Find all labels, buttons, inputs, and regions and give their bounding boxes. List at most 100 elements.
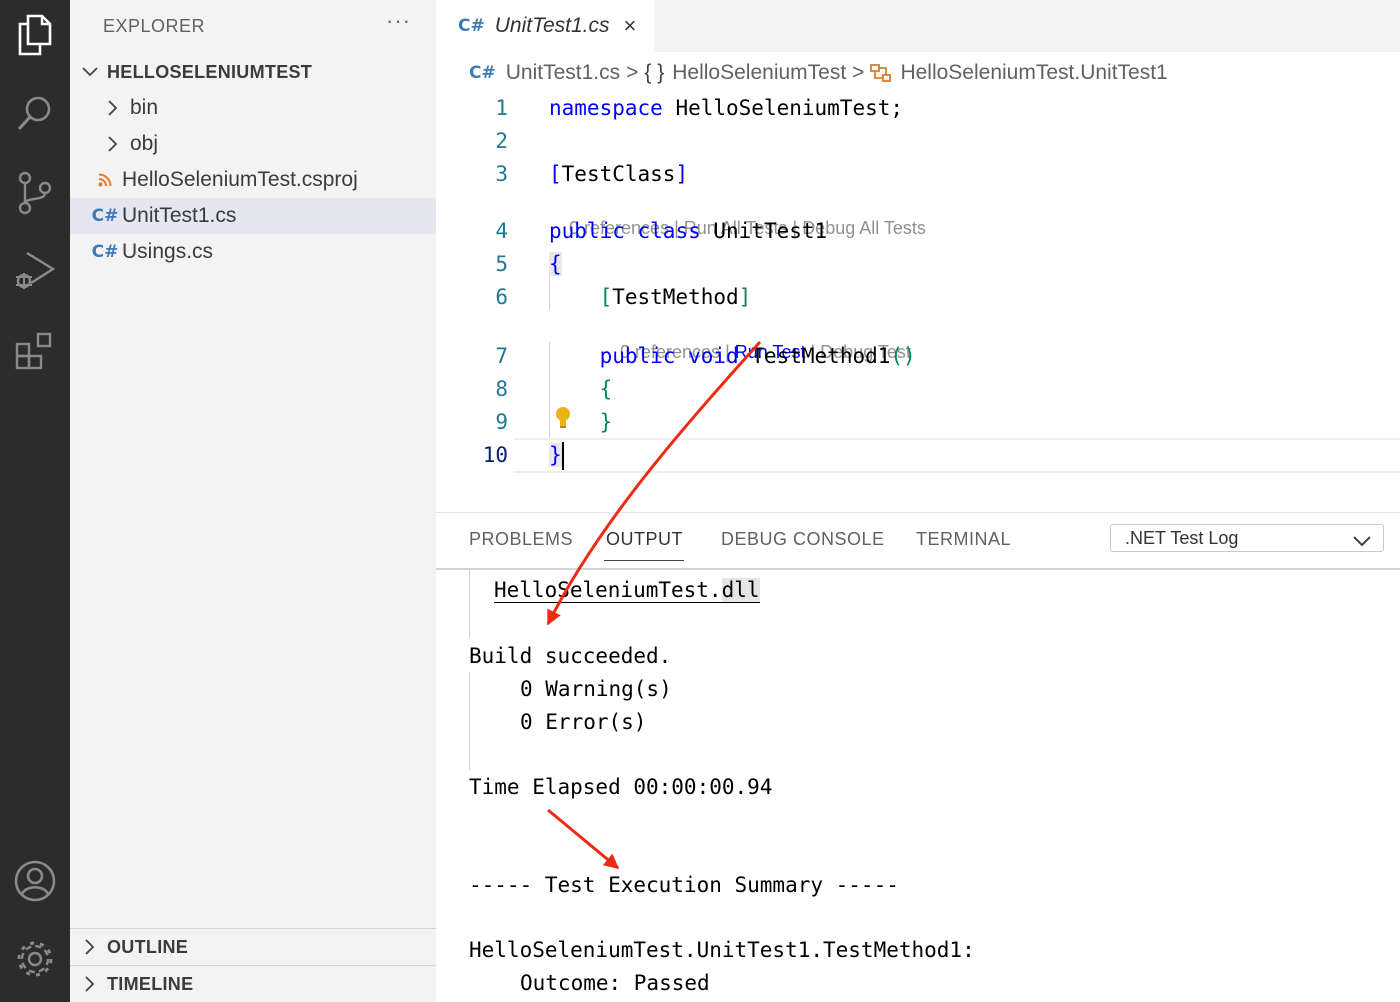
bracket: [ [599,285,613,309]
tree-item-unittest1[interactable]: C# UnitTest1.cs [70,198,436,234]
output-channel-select[interactable]: .NET Test Log [1110,524,1384,552]
code-line-4: 4 public class UnitTest1 [436,215,1400,248]
close-icon[interactable]: × [624,13,637,39]
outline-label: OUTLINE [107,936,189,957]
attribute-text: TestClass [561,162,676,186]
explorer-sidebar: EXPLORER ··· HELLOSELENIUMTEST bin obj H… [70,0,436,1002]
chevron-right-icon [100,100,126,116]
chevron-right-icon [73,939,107,955]
tab-output[interactable]: OUTPUT [606,529,683,550]
settings-gear-icon[interactable] [8,932,62,986]
breadcrumb-namespace[interactable]: HelloSeleniumTest [672,61,846,85]
sidebar-title: EXPLORER [103,16,206,36]
keyword: public [549,219,625,243]
tree-item-obj[interactable]: obj [70,126,436,162]
bracket: ] [738,285,752,309]
namespace-icon: { } [644,61,665,84]
breadcrumb-separator: > [626,61,639,84]
chevron-right-icon [100,136,126,152]
tree-item-label: UnitTest1.cs [122,204,237,227]
tree-item-csproj[interactable]: HelloSeleniumTest.csproj [70,162,436,198]
extensions-icon[interactable] [8,324,62,378]
code-line-7: 7 public void TestMethod1() [436,340,1400,373]
line-number: 8 [495,377,508,401]
chevron-right-icon [73,976,107,992]
code-line-6: 6 [TestMethod] [436,281,1400,314]
brace: } [549,443,562,467]
code-text: HelloSeleniumTest; [662,96,904,120]
run-debug-icon[interactable] [8,244,62,298]
chevron-down-icon [1353,531,1371,552]
tree-item-bin[interactable]: bin [70,90,436,126]
timeline-section[interactable]: TIMELINE [70,965,436,1002]
search-icon[interactable] [8,86,62,140]
dll-name: HelloSeleniumTest. [494,578,722,603]
output-line-dll: HelloSeleniumTest.dll [494,574,760,607]
lightbulb-icon[interactable] [554,406,572,435]
keyword: void [688,344,739,368]
output-line-errors: 0 Error(s) [520,710,647,734]
breadcrumb-class[interactable]: HelloSeleniumTest.UnitTest1 [900,61,1167,85]
line-number: 10 [482,443,508,467]
rss-icon [92,173,118,187]
code-line-10: 10 } [436,439,1400,472]
outline-section[interactable]: OUTLINE [70,929,436,965]
sidebar-bottom-sections: OUTLINE TIMELINE [70,928,436,994]
keyword: class [637,219,701,243]
output-line-summary: ----- Test Execution Summary ----- [469,873,899,897]
code-line-8: 8 { [436,373,1400,406]
brace: { [549,252,562,276]
project-folder-label: HELLOSELENIUMTEST [107,61,313,82]
breadcrumb-file[interactable]: UnitTest1.cs [506,61,620,85]
code-text: UnitTest1 [700,219,828,243]
output-line-warnings: 0 Warning(s) [520,677,672,701]
explorer-icon[interactable] [8,8,62,62]
tab-label: UnitTest1.cs [494,14,610,37]
codelens-class: 0 references | Run All Tests | Debug All… [549,189,926,238]
dll-extension: dll [721,578,760,603]
attribute-text: TestMethod [612,285,739,309]
code-line-9: 9 } [436,406,1400,439]
editor-tab-bar: C# UnitTest1.cs × [436,0,1400,52]
output-line-outcome: Outcome: Passed [520,971,710,995]
project-folder-header[interactable]: HELLOSELENIUMTEST [70,54,436,90]
chevron-down-icon [73,67,107,77]
breadcrumb: C# UnitTest1.cs > { } HelloSeleniumTest … [436,54,1400,92]
class-icon [870,63,892,83]
line-number: 4 [495,219,508,243]
tab-debug-console[interactable]: DEBUG CONSOLE [721,529,885,550]
source-control-icon[interactable] [8,166,62,220]
output-panel[interactable]: HelloSeleniumTest.dll Build succeeded. 0… [436,570,1400,1002]
keyword: public [599,344,676,368]
code-text: TestMethod1 [738,344,891,368]
activity-bar [0,0,70,1002]
output-line-build: Build succeeded. [469,644,672,668]
breadcrumb-separator: > [852,61,865,84]
line-number: 2 [495,129,508,153]
tab-problems[interactable]: PROBLEMS [469,529,573,550]
code-line-5: 5 { [436,248,1400,281]
brace: { [599,377,613,401]
accounts-icon[interactable] [8,854,62,908]
timeline-label: TIMELINE [107,973,194,994]
csharp-icon: C# [469,63,496,83]
tree-item-usings[interactable]: C# Usings.cs [70,234,436,270]
more-actions-button[interactable]: ··· [386,8,411,34]
line-number: 1 [495,96,508,120]
csharp-icon: C# [91,242,119,262]
keyword: namespace [549,96,663,120]
tree-item-label: Usings.cs [122,240,214,263]
indent-guide [469,570,470,638]
active-tab-indicator [604,560,684,561]
csharp-icon: C# [458,16,485,36]
tab-unittest1[interactable]: C# UnitTest1.cs × [436,0,654,52]
parens: () [890,344,916,368]
code-editor[interactable]: 1 namespace HelloSeleniumTest; 2 3 [Test… [436,92,1400,512]
panel-tab-bar: PROBLEMS OUTPUT DEBUG CONSOLE TERMINAL .… [436,512,1400,569]
output-channel-value: .NET Test Log [1125,527,1239,548]
bracket: ] [675,162,689,186]
line-number: 5 [495,252,508,276]
output-line-elapsed: Time Elapsed 00:00:00.94 [469,775,773,799]
tab-terminal[interactable]: TERMINAL [916,529,1011,550]
indent-guide [469,672,470,770]
